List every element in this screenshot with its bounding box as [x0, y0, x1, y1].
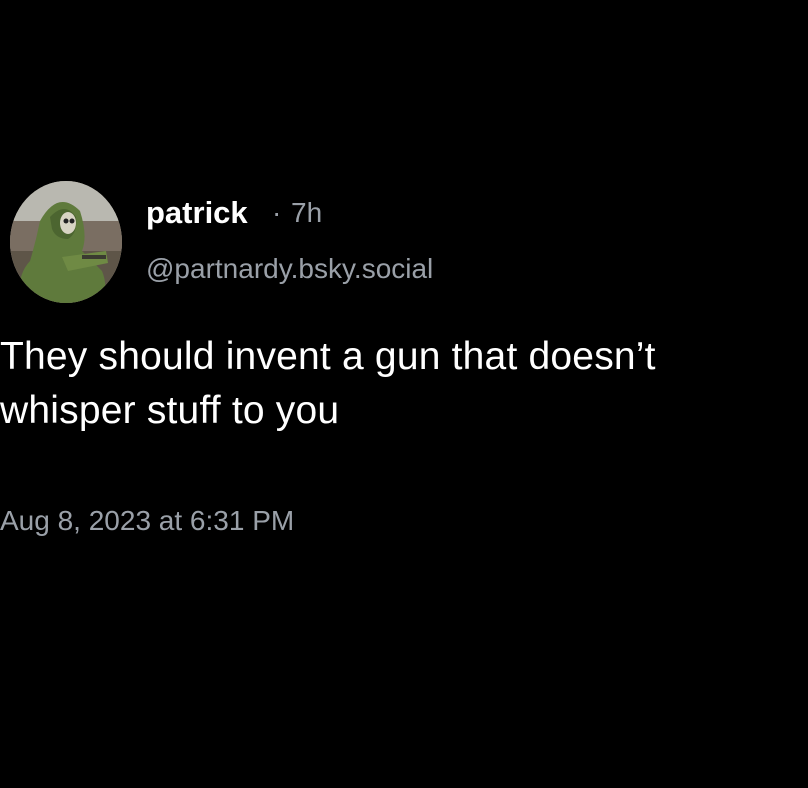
author-handle[interactable]: @partnardy.bsky.social — [146, 249, 433, 289]
profile-photo-icon — [10, 181, 122, 303]
author-display-name[interactable]: patrick — [146, 193, 248, 233]
meta-separator: · — [272, 197, 282, 228]
avatar[interactable] — [10, 181, 122, 303]
post-text-line-2: whisper stuff to you — [0, 389, 340, 432]
post-card: patrick · 7h @partnardy.bsky.social They… — [0, 0, 808, 788]
post-text: They should invent a gun that doesn’t wh… — [0, 330, 805, 438]
post-timestamp: Aug 8, 2023 at 6:31 PM — [0, 505, 295, 536]
post-text-line-1: They should invent a gun that doesn’t — [0, 335, 656, 378]
relative-time: 7h — [291, 197, 323, 228]
